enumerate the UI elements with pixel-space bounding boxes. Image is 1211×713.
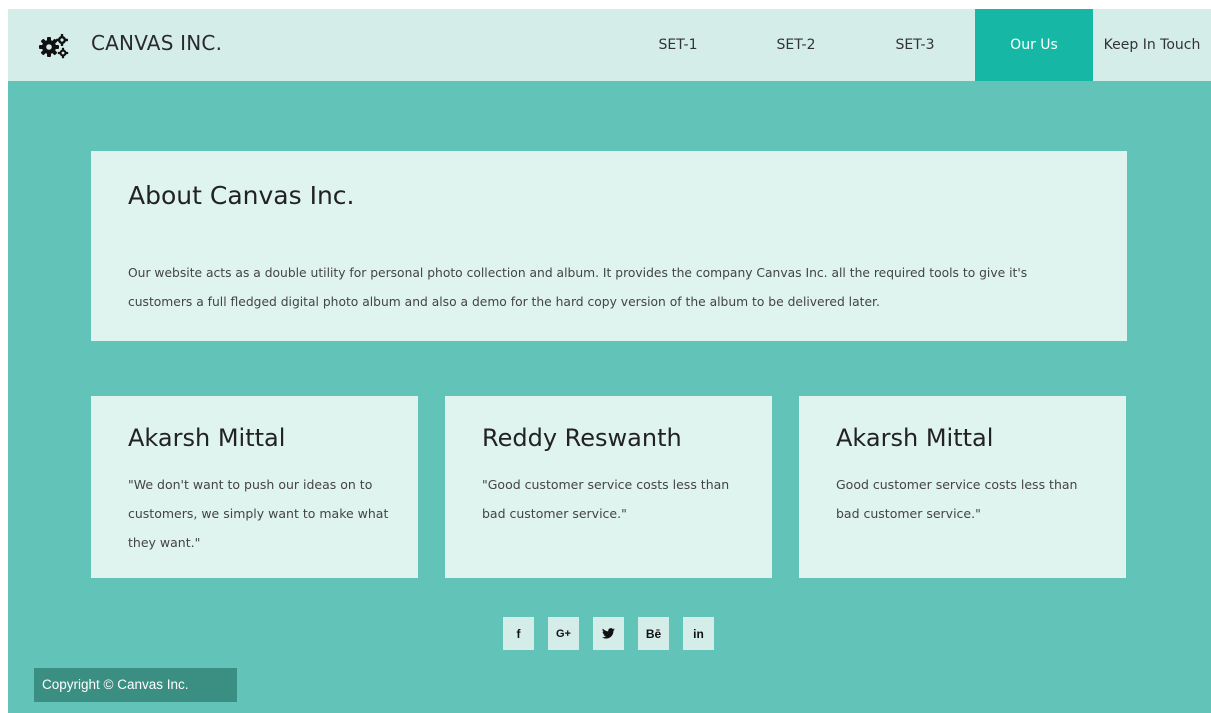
person-quote: "Good customer service costs less than b…: [482, 477, 730, 521]
about-title: About Canvas Inc.: [128, 181, 355, 210]
nav-our-us[interactable]: Our Us: [975, 9, 1093, 81]
brand-name[interactable]: CANVAS INC.: [91, 31, 222, 55]
person-name: Akarsh Mittal: [836, 424, 994, 452]
facebook-icon[interactable]: f: [503, 617, 534, 650]
person-card: Akarsh Mittal "We don't want to push our…: [91, 396, 418, 578]
header: CANVAS INC. SET-1 SET-2 SET-3 Our Us Kee…: [8, 9, 1211, 81]
nav-set-3[interactable]: SET-3: [855, 9, 975, 81]
about-body: Our website acts as a double utility for…: [128, 266, 1028, 309]
nav-set-2[interactable]: SET-2: [737, 9, 855, 81]
nav-set-1[interactable]: SET-1: [619, 9, 737, 81]
nav-keep-in-touch[interactable]: Keep In Touch: [1093, 9, 1211, 81]
page: CANVAS INC. SET-1 SET-2 SET-3 Our Us Kee…: [8, 9, 1211, 713]
person-quote: "We don't want to push our ideas on to c…: [128, 477, 389, 550]
person-quote: Good customer service costs less than ba…: [836, 477, 1078, 521]
copyright: Copyright © Canvas Inc.: [34, 668, 237, 702]
person-card: Reddy Reswanth "Good customer service co…: [445, 396, 772, 578]
twitter-icon[interactable]: [593, 617, 624, 650]
google-plus-icon[interactable]: G+: [548, 617, 579, 650]
person-name: Akarsh Mittal: [128, 424, 286, 452]
gears-icon[interactable]: [38, 33, 70, 59]
person-card: Akarsh Mittal Good customer service cost…: [799, 396, 1126, 578]
behance-icon[interactable]: Bē: [638, 617, 669, 650]
linkedin-icon[interactable]: in: [683, 617, 714, 650]
about-section: About Canvas Inc. Our website acts as a …: [91, 151, 1127, 341]
person-name: Reddy Reswanth: [482, 424, 682, 452]
